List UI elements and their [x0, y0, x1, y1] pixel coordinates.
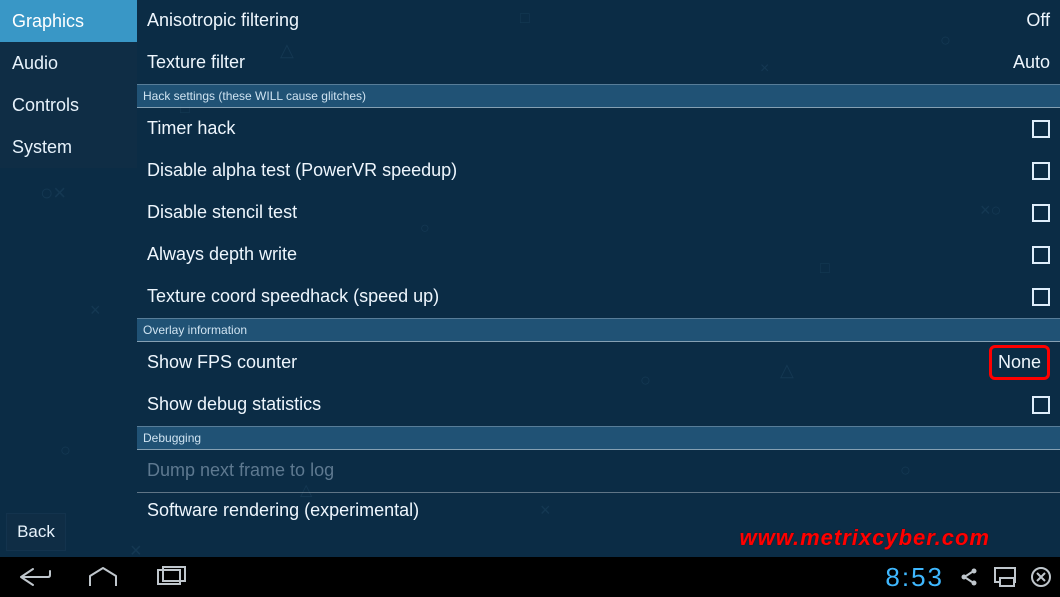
share-icon[interactable]	[958, 566, 980, 588]
checkbox-icon[interactable]	[1032, 162, 1050, 180]
row-value: Auto	[1013, 52, 1050, 73]
row-disable-alpha-test[interactable]: Disable alpha test (PowerVR speedup)	[137, 150, 1060, 192]
row-label: Disable alpha test (PowerVR speedup)	[147, 160, 1032, 181]
back-button[interactable]: Back	[6, 513, 66, 551]
row-software-rendering[interactable]: Software rendering (experimental)	[137, 493, 1060, 529]
row-texture-filter[interactable]: Texture filter Auto	[137, 42, 1060, 84]
row-label: Anisotropic filtering	[147, 10, 1026, 31]
row-anisotropic-filtering[interactable]: Anisotropic filtering Off	[137, 0, 1060, 42]
row-value: Off	[1026, 10, 1050, 31]
checkbox-icon[interactable]	[1032, 120, 1050, 138]
row-disable-stencil-test[interactable]: Disable stencil test	[137, 192, 1060, 234]
row-label: Dump next frame to log	[147, 460, 1050, 481]
navbar-left	[18, 566, 188, 588]
close-icon[interactable]	[1030, 566, 1052, 588]
row-label: Disable stencil test	[147, 202, 1032, 223]
row-always-depth-write[interactable]: Always depth write	[137, 234, 1060, 276]
row-value: None	[998, 352, 1041, 373]
checkbox-icon[interactable]	[1032, 246, 1050, 264]
highlight-box: None	[989, 345, 1050, 380]
row-label: Show FPS counter	[147, 352, 989, 373]
sidebar-items: Graphics Audio Controls System	[0, 0, 137, 168]
row-label: Show debug statistics	[147, 394, 1032, 415]
row-show-fps-counter[interactable]: Show FPS counter None	[137, 342, 1060, 384]
row-label: Always depth write	[147, 244, 1032, 265]
recent-icon[interactable]	[154, 566, 188, 588]
section-overlay-information: Overlay information	[137, 318, 1060, 342]
checkbox-icon[interactable]	[1032, 396, 1050, 414]
sidebar: Graphics Audio Controls System Back	[0, 0, 137, 557]
row-dump-next-frame[interactable]: Dump next frame to log	[137, 450, 1060, 492]
android-navbar: 8:53	[0, 557, 1060, 597]
row-label: Texture coord speedhack (speed up)	[147, 286, 1032, 307]
checkbox-icon[interactable]	[1032, 204, 1050, 222]
row-label: Texture filter	[147, 52, 1013, 73]
row-timer-hack[interactable]: Timer hack	[137, 108, 1060, 150]
sidebar-item-audio[interactable]: Audio	[0, 42, 137, 84]
back-icon[interactable]	[18, 566, 52, 588]
sidebar-item-graphics[interactable]: Graphics	[0, 0, 137, 42]
status-clock: 8:53	[885, 562, 944, 593]
row-show-debug-statistics[interactable]: Show debug statistics	[137, 384, 1060, 426]
row-texture-coord-speedhack[interactable]: Texture coord speedhack (speed up)	[137, 276, 1060, 318]
section-hack-settings: Hack settings (these WILL cause glitches…	[137, 84, 1060, 108]
home-icon[interactable]	[86, 566, 120, 588]
watermark: www.metrixcyber.com	[739, 525, 990, 551]
section-debugging: Debugging	[137, 426, 1060, 450]
settings-content: Anisotropic filtering Off Texture filter…	[137, 0, 1060, 557]
row-label: Software rendering (experimental)	[147, 500, 1050, 521]
sidebar-item-controls[interactable]: Controls	[0, 84, 137, 126]
sidebar-item-system[interactable]: System	[0, 126, 137, 168]
row-label: Timer hack	[147, 118, 1032, 139]
checkbox-icon[interactable]	[1032, 288, 1050, 306]
navbar-right: 8:53	[885, 562, 1052, 593]
cast-icon[interactable]	[994, 566, 1016, 588]
